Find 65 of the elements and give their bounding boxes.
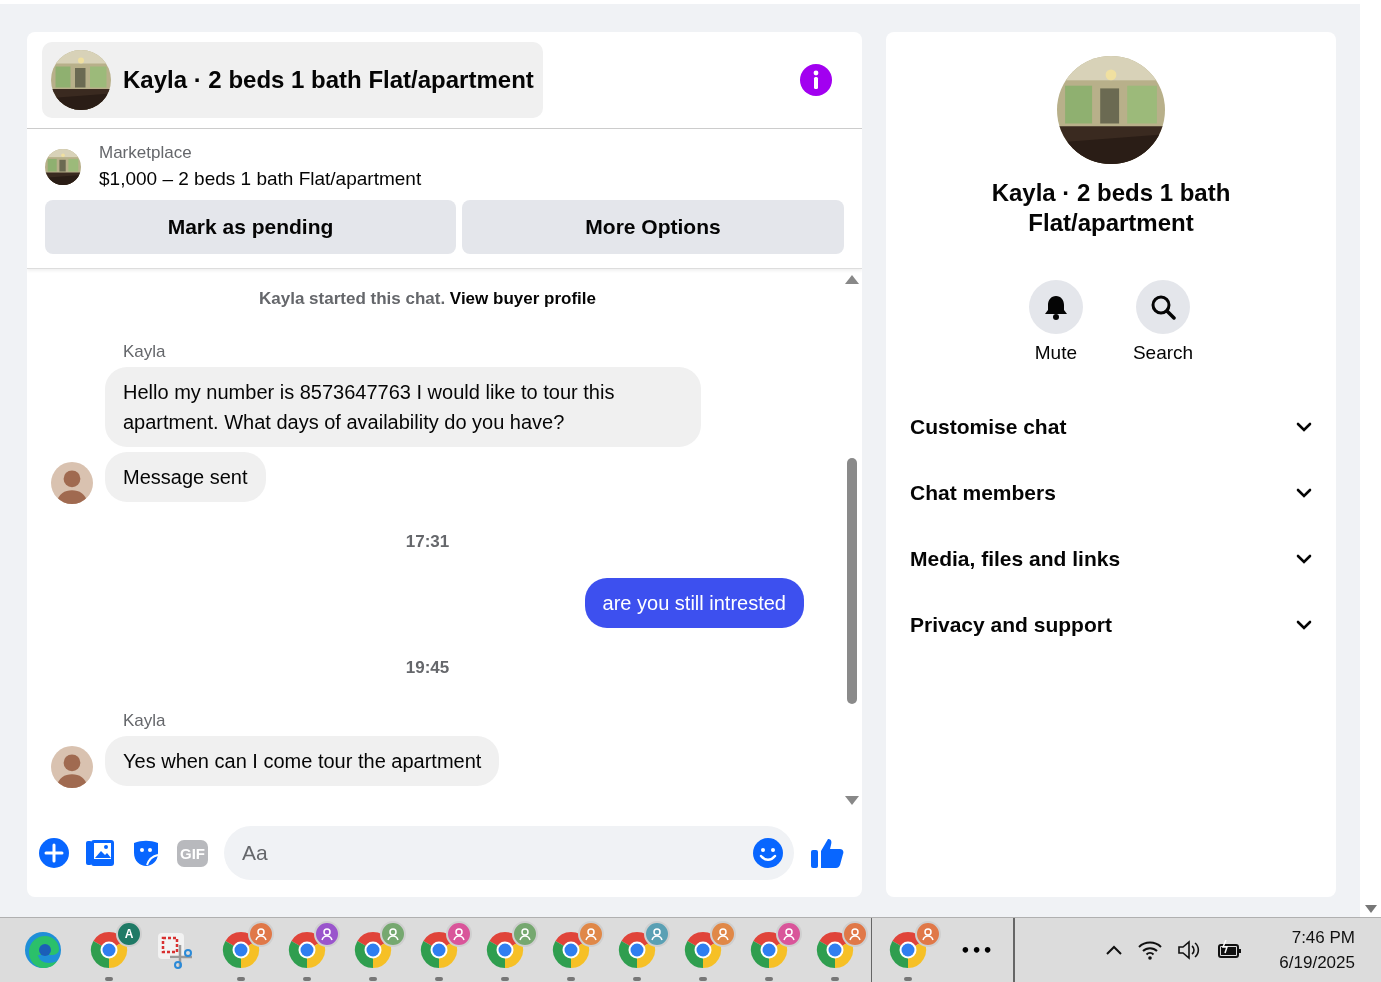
info-icon[interactable] xyxy=(800,64,832,96)
browser-icon xyxy=(816,931,854,969)
section-row[interactable]: Chat members xyxy=(910,460,1312,526)
edge-browser-icon xyxy=(24,931,62,969)
section-label: Customise chat xyxy=(910,415,1067,439)
mark-pending-button[interactable]: Mark as pending xyxy=(45,200,456,254)
scroll-down-icon[interactable] xyxy=(1364,905,1377,913)
search-button[interactable] xyxy=(1136,280,1190,334)
bell-icon xyxy=(1042,294,1069,320)
chevron-up-icon[interactable] xyxy=(1105,944,1124,956)
message-field[interactable]: Aa xyxy=(224,826,794,880)
browser-icon xyxy=(618,931,656,969)
message-bubble: Yes when can I come tour the apartment xyxy=(105,736,500,786)
listing-summary: $1,000 – 2 beds 1 bath Flat/apartment xyxy=(99,168,422,190)
avatar-icon xyxy=(51,462,93,504)
browser-icon xyxy=(354,931,392,969)
section-label: Chat members xyxy=(910,481,1056,505)
browser-icon xyxy=(750,931,788,969)
timestamp: 17:31 xyxy=(405,532,450,551)
browser-icon xyxy=(288,931,326,969)
clock-date: 6/19/2025 xyxy=(1279,952,1355,974)
snipping-tool-icon xyxy=(156,931,194,969)
mute-button[interactable] xyxy=(1028,280,1083,334)
conversation-title[interactable]: Kayla · 2 beds 1 bath Flat/apartment xyxy=(42,42,543,118)
section-row[interactable]: Customise chat xyxy=(910,394,1312,460)
more-button[interactable]: ••• xyxy=(941,918,1013,982)
plus-icon[interactable] xyxy=(39,838,69,868)
battery-icon[interactable] xyxy=(1217,940,1244,960)
browser-icon xyxy=(552,931,590,969)
avatar-icon xyxy=(51,746,93,788)
gallery-icon[interactable] xyxy=(85,838,115,868)
listing-source: Marketplace xyxy=(99,143,193,163)
timestamp: 19:45 xyxy=(405,658,450,677)
browser-icon xyxy=(684,931,722,969)
section-row[interactable]: Privacy and support xyxy=(910,592,1312,658)
action-label: Mute xyxy=(1034,342,1077,364)
sender-name: Kayla xyxy=(123,342,166,362)
message-bubble: are you still intrested xyxy=(584,578,804,628)
buyer-profile-link[interactable]: View buyer profile xyxy=(449,289,596,308)
section-label: Media, files and links xyxy=(910,547,1121,571)
profile-badge: A xyxy=(116,921,142,947)
clock-time: 7:46 PM xyxy=(1290,927,1355,949)
taskbar-clock[interactable]: 7:46 PM 6/19/2025 xyxy=(1279,925,1355,975)
more-options-button[interactable]: More Options xyxy=(462,200,844,254)
scrollbar-thumb[interactable] xyxy=(847,458,857,704)
browser-icon xyxy=(486,931,524,969)
browser-icon xyxy=(420,931,458,969)
message-bubble: Message sent xyxy=(105,452,266,502)
scroll-down-icon[interactable] xyxy=(845,796,859,805)
wifi-icon[interactable] xyxy=(1137,940,1164,960)
like-icon[interactable] xyxy=(810,837,844,869)
browser-icon xyxy=(222,931,260,969)
search-icon xyxy=(1150,294,1176,320)
chat-notice: Kayla started this chat. View buyer profile xyxy=(259,289,596,308)
action-label: Search xyxy=(1132,342,1194,364)
taskbar-button[interactable]: A xyxy=(76,918,142,982)
scroll-up-icon[interactable] xyxy=(845,275,859,284)
section-row[interactable]: Media, files and links xyxy=(910,526,1312,592)
sticker-icon[interactable] xyxy=(131,838,161,868)
sender-name: Kayla xyxy=(123,711,166,731)
section-label: Privacy and support xyxy=(910,613,1112,637)
message-bubble: Hello my number is 8573647763 I would like to tour this apartment. What days of availability do you have? xyxy=(105,367,701,447)
emoji-icon[interactable] xyxy=(752,837,784,869)
listing-name: Kayla · 2 beds 1 bath Flat/apartment xyxy=(990,178,1232,238)
browser-icon xyxy=(889,931,927,969)
